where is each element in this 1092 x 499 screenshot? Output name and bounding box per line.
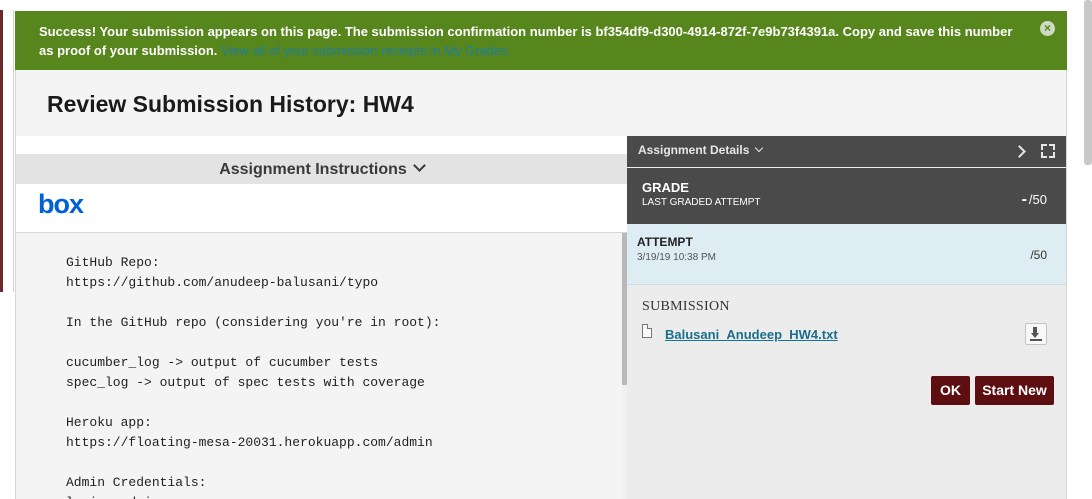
- instructions-body: GitHub Repo: https://github.com/anudeep-…: [16, 233, 622, 499]
- grade-subtitle: LAST GRADED ATTEMPT: [642, 197, 761, 208]
- background-accent-bar: [0, 10, 3, 292]
- my-grades-receipts-link[interactable]: View all of your submission receipts in …: [221, 43, 511, 58]
- file-icon: [642, 324, 652, 338]
- assignment-instructions-label: Assignment Instructions: [219, 161, 407, 178]
- grade-score-value: -: [1021, 191, 1027, 208]
- ok-button[interactable]: OK: [931, 376, 970, 405]
- attempt-date: 3/19/19 10:38 PM: [637, 252, 716, 263]
- chevron-down-icon: [755, 143, 764, 153]
- page-title: Review Submission History: HW4: [47, 91, 414, 117]
- assignment-instructions-toggle[interactable]: Assignment Instructions: [16, 154, 627, 185]
- submission-file-link[interactable]: Balusani_Anudeep_HW4.txt: [665, 327, 838, 342]
- grade-score: -/50: [1022, 191, 1047, 209]
- instructions-pane: Assignment Instructions box GitHub Repo:…: [16, 136, 627, 499]
- expand-icon[interactable]: [1041, 144, 1055, 158]
- box-logo-row: box: [16, 184, 627, 233]
- attempt-score: /50: [1030, 248, 1047, 262]
- chevron-right-icon[interactable]: [1013, 145, 1026, 158]
- close-icon[interactable]: ×: [1040, 21, 1055, 36]
- chevron-down-icon: [412, 159, 426, 172]
- attempt-row[interactable]: ATTEMPT 3/19/19 10:38 PM /50: [627, 224, 1066, 285]
- assignment-details-label: Assignment Details: [638, 143, 750, 157]
- success-banner: Success! Your submission appears on this…: [15, 11, 1067, 70]
- details-pane: Assignment Details GRADE LAST GRADED ATT…: [627, 136, 1066, 499]
- download-icon[interactable]: [1025, 323, 1047, 345]
- attempt-title: ATTEMPT: [637, 235, 693, 249]
- assignment-details-toggle[interactable]: Assignment Details: [638, 136, 764, 165]
- grade-score-total: /50: [1028, 192, 1047, 207]
- dialog-header: Review Submission History: HW4: [16, 70, 1066, 137]
- submission-history-dialog: Review Submission History: HW4 Assignmen…: [15, 70, 1067, 499]
- grade-title: GRADE: [642, 180, 689, 195]
- page-scrollbar[interactable]: [1084, 0, 1092, 165]
- grade-summary: GRADE LAST GRADED ATTEMPT -/50: [627, 168, 1066, 224]
- instructions-text: GitHub Repo: https://github.com/anudeep-…: [66, 255, 441, 499]
- assignment-details-header: Assignment Details: [627, 136, 1066, 167]
- success-message: Success! Your submission appears on this…: [39, 24, 1013, 58]
- submission-label: SUBMISSION: [642, 299, 730, 314]
- box-logo: box: [38, 189, 84, 219]
- start-new-button[interactable]: Start New: [975, 376, 1054, 405]
